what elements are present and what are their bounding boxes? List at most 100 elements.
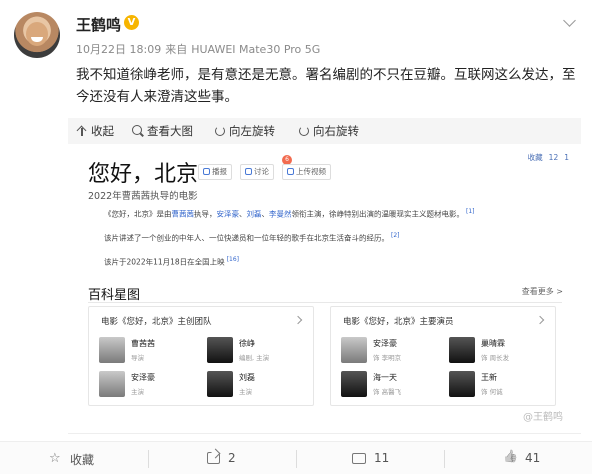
chevron-right-icon bbox=[535, 315, 545, 325]
cast-card: 电影《您好，北京》主要演员 安泽豪 饰 李明京 巢晴霖 饰 周长发 海一天 饰 … bbox=[330, 306, 556, 406]
star-icon bbox=[49, 451, 62, 466]
person-photo bbox=[99, 337, 125, 363]
verified-badge-icon: V bbox=[124, 15, 139, 30]
rotate-left-label: 向左旋转 bbox=[229, 124, 275, 138]
cast-member: 巢晴霖 饰 周长发 bbox=[449, 337, 549, 365]
person-name: 巢晴霖 bbox=[481, 339, 505, 348]
para1-ref: [1] bbox=[466, 208, 475, 215]
person-role: 主演 bbox=[239, 388, 252, 396]
person-name: 安泽豪 bbox=[131, 373, 155, 382]
person-photo bbox=[207, 371, 233, 397]
discuss-label: 讨论 bbox=[254, 167, 269, 176]
baike-paragraph-1: 《您好，北京》是由曹茜茜执导，安泽豪、刘磊、李曼然领衔主演，徐峥特别出演的温暖现… bbox=[104, 208, 475, 220]
team-card: 电影《您好，北京》主创团队 曹茜茜 导演 徐峥 编剧, 主演 安泽豪 主演 刘磊… bbox=[88, 306, 314, 406]
team-member: 刘磊 主演 bbox=[207, 371, 307, 399]
para1-link-actor-2: 刘磊 bbox=[246, 209, 262, 219]
speaker-icon bbox=[203, 168, 210, 175]
like-button[interactable]: 41 bbox=[505, 451, 540, 465]
comment-icon bbox=[245, 168, 252, 175]
team-member: 安泽豪 主演 bbox=[99, 371, 199, 399]
para1-mid: 执导， bbox=[194, 209, 217, 219]
para1-link-director: 曹茜茜 bbox=[171, 209, 195, 219]
person-role: 主演 bbox=[131, 388, 144, 396]
person-role: 饰 周长发 bbox=[481, 354, 510, 362]
author-avatar[interactable] bbox=[14, 12, 60, 58]
discuss-chip: 讨论 bbox=[240, 164, 274, 180]
person-role: 编剧, 主演 bbox=[239, 354, 270, 362]
para3-ref: [16] bbox=[226, 256, 240, 263]
broadcast-label: 播报 bbox=[212, 167, 227, 176]
baike-top-right: 收藏 12 1 bbox=[522, 152, 569, 163]
person-role: 饰 李明京 bbox=[373, 354, 402, 362]
share-count-label: 2 bbox=[228, 451, 236, 465]
team-card-title: 电影《您好，北京》主创团队 bbox=[101, 317, 212, 327]
post-meta: 10月22日 18:09 来自 HUAWEI Mate30 Pro 5G bbox=[76, 41, 324, 57]
action-divider bbox=[444, 450, 445, 468]
favorite-star-label: 收藏 bbox=[527, 153, 543, 162]
source-prefix: 来自 bbox=[165, 43, 188, 56]
baike-section-title: 百科星图 bbox=[88, 288, 141, 303]
zoom-icon bbox=[132, 125, 144, 137]
person-photo bbox=[207, 337, 233, 363]
cast-member: 海一天 饰 高醫飞 bbox=[341, 371, 441, 399]
person-name: 安泽豪 bbox=[373, 339, 397, 348]
chevron-down-icon[interactable] bbox=[563, 14, 576, 27]
para1-link-actor-1: 安泽豪 bbox=[216, 209, 240, 219]
post-date[interactable]: 10月22日 18:09 bbox=[76, 43, 161, 56]
collapse-button[interactable]: 收起 bbox=[76, 123, 114, 139]
weibo-watermark: @王鹤鸣 bbox=[523, 412, 563, 423]
person-name: 徐峥 bbox=[239, 339, 255, 348]
author-name[interactable]: 王鹤鸣 bbox=[76, 14, 121, 35]
rotate-left-icon bbox=[214, 125, 226, 137]
person-name: 曹茜茜 bbox=[131, 339, 155, 348]
share-button[interactable]: 2 bbox=[207, 451, 236, 465]
chevron-right-icon bbox=[293, 315, 303, 325]
section-divider bbox=[88, 302, 562, 303]
person-photo bbox=[449, 371, 475, 397]
avatar-face bbox=[26, 22, 48, 46]
image-toolbar: 收起 查看大图 向左旋转 向右旋转 bbox=[68, 118, 581, 144]
cast-member: 安泽豪 饰 李明京 bbox=[341, 337, 441, 365]
team-member: 徐峥 编剧, 主演 bbox=[207, 337, 307, 365]
post-action-bar: 收藏 2 11 41 bbox=[0, 441, 592, 474]
upload-video-label: 上传视频 bbox=[296, 167, 326, 176]
see-more-link: 查看更多 > bbox=[521, 287, 563, 296]
favorite-button[interactable]: 收藏 bbox=[49, 451, 95, 468]
baike-paragraph-3: 该片于2022年11月18日在全国上映 [16] bbox=[104, 256, 239, 268]
post-device: HUAWEI Mate30 Pro 5G bbox=[191, 43, 321, 56]
share-count: 1 bbox=[564, 153, 569, 162]
rotate-left-button[interactable]: 向左旋转 bbox=[214, 123, 275, 139]
baike-paragraph-2: 该片讲述了一个创业的中年人、一位快递员和一位年轻的歌手在北京生活奋斗的经历。 [2… bbox=[104, 232, 400, 244]
upload-video-chip: 上传视频 bbox=[282, 164, 331, 180]
rotate-right-label: 向右旋转 bbox=[313, 124, 359, 138]
person-role: 饰 何诚 bbox=[481, 388, 503, 396]
video-icon bbox=[287, 168, 294, 175]
person-photo bbox=[99, 371, 125, 397]
like-count-label: 41 bbox=[525, 451, 541, 465]
comment-count-label: 11 bbox=[374, 451, 390, 465]
comment-icon bbox=[352, 452, 366, 464]
comment-button[interactable]: 11 bbox=[352, 451, 389, 465]
person-name: 海一天 bbox=[373, 373, 397, 382]
cast-card-title: 电影《您好，北京》主要演员 bbox=[343, 317, 454, 327]
collapse-label: 收起 bbox=[91, 124, 114, 138]
cast-member: 王新 饰 何诚 bbox=[449, 371, 549, 399]
view-large-label: 查看大图 bbox=[147, 124, 193, 138]
person-name: 王新 bbox=[481, 373, 497, 382]
post-image[interactable]: 您好，北京 播报 讨论 6 上传视频 收藏 12 1 2022年曹茜茜执导的电影 《… bbox=[68, 146, 581, 434]
para2-text: 该片讲述了一个创业的中年人、一位快递员和一位年轻的歌手在北京生活奋斗的经历。 bbox=[104, 233, 389, 243]
person-name: 刘磊 bbox=[239, 373, 255, 382]
person-photo bbox=[341, 371, 367, 397]
para1-link-actor-3: 李曼然 bbox=[269, 209, 292, 219]
post-text: 我不知道徐峥老师，是有意还是无意。署名编剧的不只在豆瓣。互联网这么发达，至今还没… bbox=[76, 67, 576, 105]
person-role: 导演 bbox=[131, 354, 144, 362]
broadcast-chip: 播报 bbox=[198, 164, 232, 180]
favorite-label: 收藏 bbox=[70, 453, 95, 467]
person-role: 饰 高醫飞 bbox=[373, 388, 402, 396]
baike-title: 您好，北京 bbox=[88, 162, 199, 187]
rotate-right-button[interactable]: 向右旋转 bbox=[298, 123, 359, 139]
team-member: 曹茜茜 导演 bbox=[99, 337, 199, 365]
para1-sep-1: 、 bbox=[239, 209, 247, 219]
para1-prefix: 《您好，北京》是由 bbox=[104, 209, 172, 219]
view-large-button[interactable]: 查看大图 bbox=[132, 123, 193, 139]
